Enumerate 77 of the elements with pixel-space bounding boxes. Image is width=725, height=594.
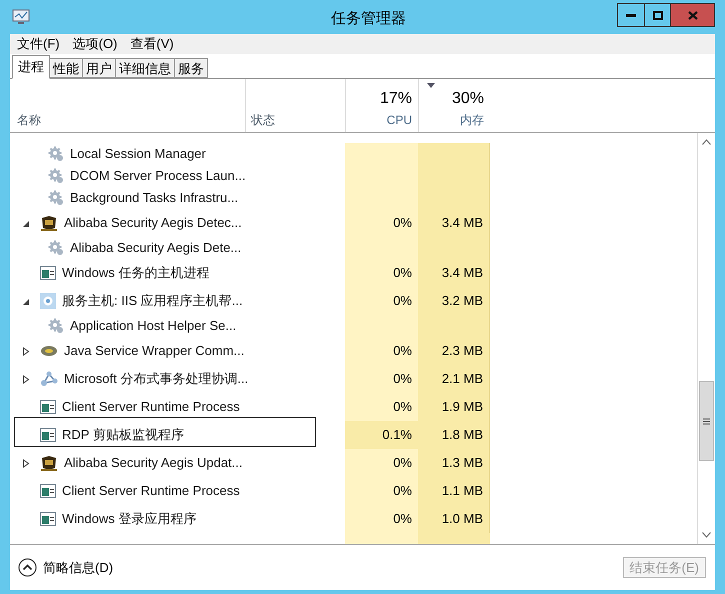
process-name: Alibaba Security Aegis Detec...	[64, 214, 242, 232]
cpu-cell: 0%	[345, 505, 418, 533]
cpu-cell: 0%	[345, 259, 418, 287]
column-header[interactable]: 名称	[17, 111, 245, 129]
minimize-button[interactable]	[617, 3, 645, 27]
cpu-cell: 0%	[345, 287, 418, 315]
scroll-thumb[interactable]	[698, 381, 714, 461]
monitor-icon	[12, 9, 30, 25]
cpu-cell: 0%	[345, 449, 418, 477]
process-name: Background Tasks Infrastru...	[70, 189, 238, 208]
process-name: Alibaba Security Aegis Dete...	[70, 239, 242, 258]
process-name: Local Session Manager	[70, 145, 206, 164]
cpu-cell: 0.1%	[345, 421, 418, 449]
grip-icon	[702, 418, 710, 424]
process-name: Windows 登录应用程序	[62, 510, 196, 528]
memory-cell: 2.1 MB	[418, 365, 490, 393]
window-icon	[40, 428, 56, 442]
tab[interactable]: 性能	[50, 58, 83, 78]
column-header[interactable]: 状态	[251, 111, 345, 129]
network-icon	[40, 371, 58, 387]
window-title: 任务管理器	[331, 9, 406, 29]
close-button[interactable]	[671, 3, 715, 27]
memory-cell: 1.0 MB	[418, 505, 490, 533]
memory-cell: 1.1 MB	[418, 477, 490, 505]
menu-item[interactable]: 查看(V)	[130, 34, 174, 54]
memory-cell: 1.8 MB	[418, 421, 490, 449]
minimize-icon	[626, 14, 636, 16]
memory-cell	[418, 143, 490, 165]
collapse-icon[interactable]	[22, 296, 30, 306]
window-icon	[40, 266, 56, 280]
process-name: Alibaba Security Aegis Updat...	[64, 454, 242, 472]
expand-icon[interactable]	[22, 458, 30, 468]
cpu-cell: 0%	[345, 393, 418, 421]
menu-item[interactable]: 选项(O)	[72, 34, 118, 54]
cpu-cell: 0%	[345, 337, 418, 365]
process-name: Client Server Runtime Process	[62, 482, 240, 500]
window-icon	[40, 400, 56, 414]
process-name: Client Server Runtime Process	[62, 398, 240, 416]
maximize-icon	[652, 10, 662, 20]
tab[interactable]: 服务	[175, 58, 208, 78]
memory-cell: 1.3 MB	[418, 449, 490, 477]
tab[interactable]: 进程	[12, 55, 50, 79]
tab[interactable]: 详细信息	[116, 58, 175, 78]
chevron-up-icon	[18, 558, 37, 577]
memory-cell: 1.9 MB	[418, 393, 490, 421]
cpu-cell: 0%	[345, 209, 418, 237]
process-name: RDP 剪贴板监视程序	[62, 426, 184, 444]
close-icon	[688, 10, 698, 20]
memory-cell: 3.4 MB	[418, 209, 490, 237]
usage-total: 30%	[452, 89, 484, 109]
memory-cell: 3.4 MB	[418, 259, 490, 287]
shield-icon	[40, 455, 58, 471]
process-name: Microsoft 分布式事务处理协调...	[64, 370, 248, 388]
column-header[interactable]: CPU	[386, 111, 412, 129]
process-name: Windows 任务的主机进程	[62, 264, 210, 282]
tab[interactable]: 用户	[83, 58, 116, 78]
window-icon	[40, 512, 56, 526]
process-name: 服务主机: IIS 应用程序主机帮...	[62, 292, 243, 310]
scroll-down-icon[interactable]	[702, 532, 710, 538]
shield-icon	[40, 215, 58, 231]
collapse-icon[interactable]	[22, 218, 30, 228]
memory-cell: 2.3 MB	[418, 337, 490, 365]
cpu-cell: 0%	[345, 365, 418, 393]
menu-item[interactable]: 文件(F)	[17, 34, 60, 54]
cpu-cell: 0%	[345, 477, 418, 505]
expand-icon[interactable]	[22, 346, 30, 356]
memory-cell: 3.2 MB	[418, 287, 490, 315]
process-name: Application Host Helper Se...	[70, 317, 236, 336]
scroll-up-icon[interactable]	[702, 139, 710, 145]
process-name: Java Service Wrapper Comm...	[64, 342, 244, 360]
usage-total: 17%	[380, 89, 412, 109]
column-header[interactable]: 内存	[460, 111, 484, 129]
scrollbar[interactable]	[697, 133, 714, 544]
process-name: DCOM Server Process Laun...	[70, 167, 246, 186]
expand-icon[interactable]	[22, 374, 30, 384]
details-toggle[interactable]: 简略信息(D)	[18, 558, 114, 578]
window-icon	[40, 484, 56, 498]
